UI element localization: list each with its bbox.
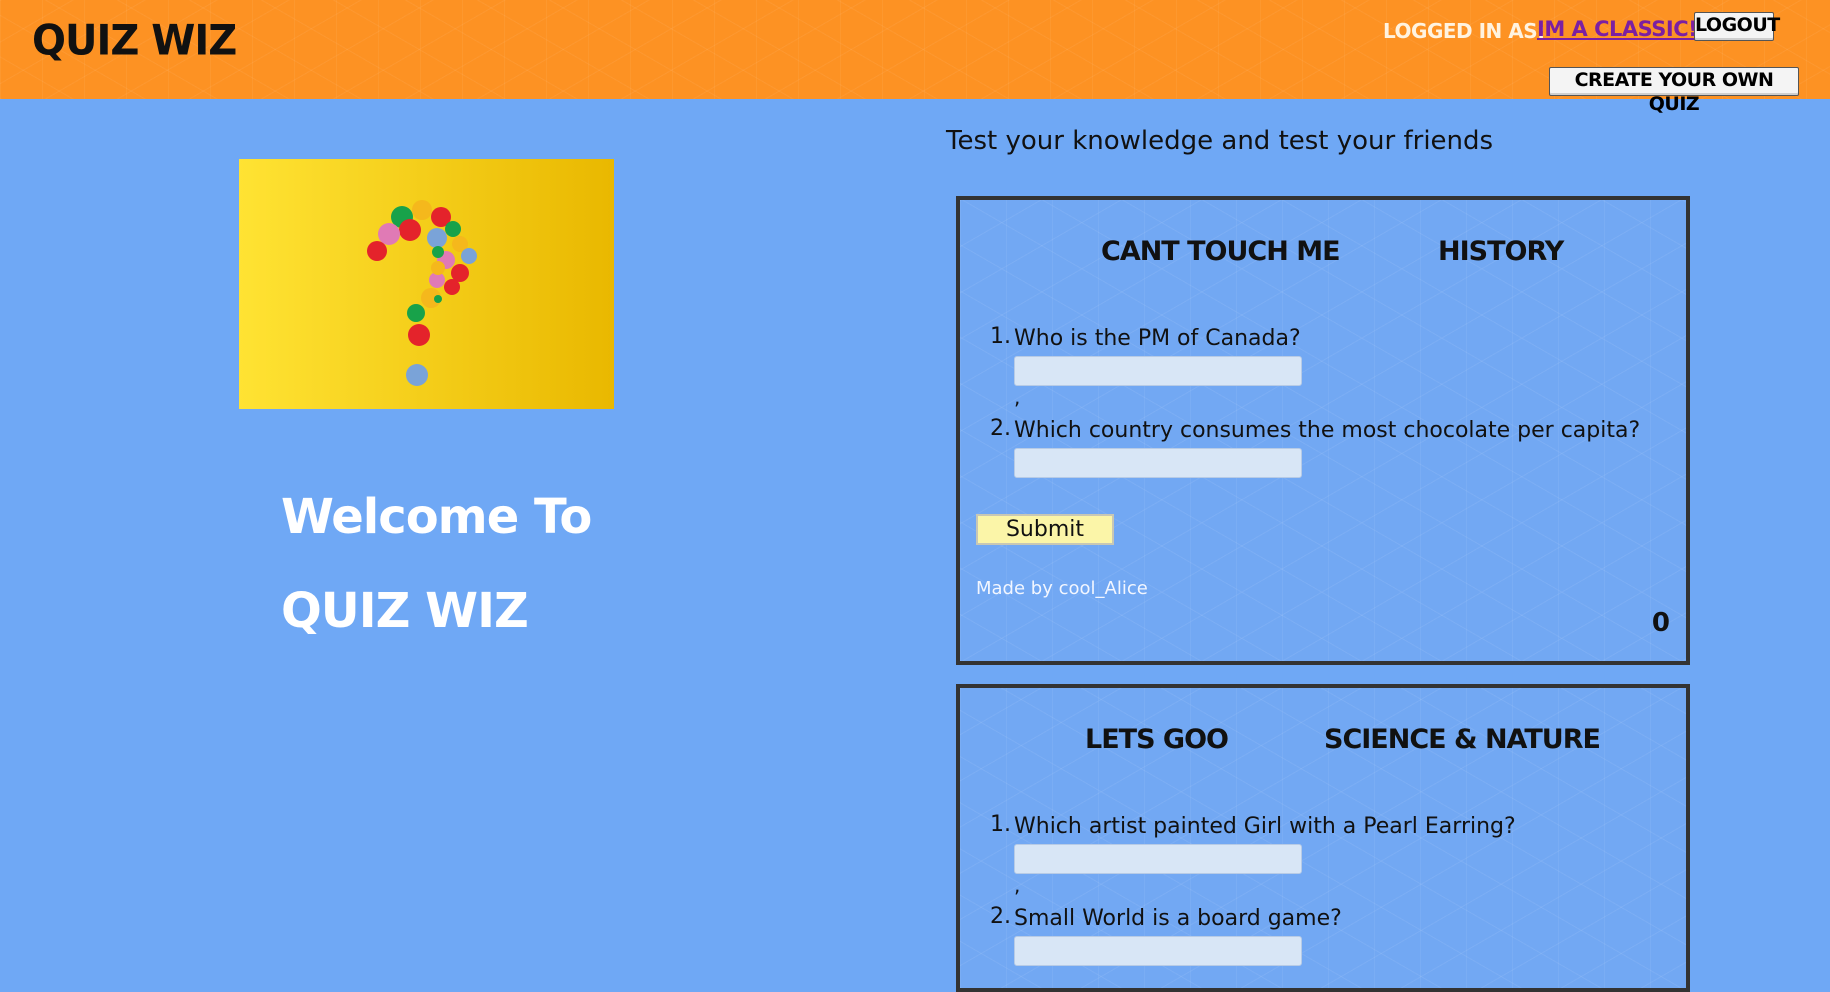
page-tagline: Test your knowledge and test your friend… — [946, 126, 1494, 156]
quiz-card: LETS GOO SCIENCE & NATURE 1. Which artis… — [956, 684, 1690, 992]
question-item: 1. Which artist painted Girl with a Pear… — [990, 812, 1516, 904]
top-header: QUIZ WIZ LOGGED IN AS: IM A CLASSIC! LOG… — [0, 0, 1830, 115]
username-link[interactable]: IM A CLASSIC! — [1537, 17, 1698, 41]
create-quiz-button[interactable]: CREATE YOUR OWN QUIZ — [1549, 67, 1799, 115]
question-list: 1. Who is the PM of Canada? , 2. Which c… — [990, 324, 1640, 478]
logged-in-label: LOGGED IN AS: — [1383, 19, 1545, 43]
question-separator: , — [1014, 873, 1021, 897]
question-item: 2. Small World is a board game? — [990, 904, 1516, 966]
quiz-title: CANT TOUCH ME — [1101, 236, 1341, 267]
question-number: 2. — [990, 904, 1011, 929]
logout-button[interactable]: LOGOUT — [1694, 12, 1780, 41]
question-item: 2. Which country consumes the most choco… — [990, 416, 1640, 478]
quiz-title: LETS GOO — [1085, 724, 1229, 755]
quiz-card: CANT TOUCH ME HISTORY 1. Who is the PM o… — [956, 196, 1690, 665]
question-number: 1. — [990, 324, 1011, 349]
quiz-category: HISTORY — [1438, 236, 1564, 267]
question-text: Which country consumes the most chocolat… — [1014, 418, 1641, 443]
answer-input[interactable] — [1014, 356, 1302, 386]
question-mark-image — [239, 159, 614, 409]
question-text: Small World is a board game? — [1014, 906, 1342, 931]
answer-input[interactable] — [1014, 844, 1302, 874]
question-number: 1. — [990, 812, 1011, 837]
welcome-line-1: Welcome To — [281, 489, 592, 545]
submit-button[interactable]: Submit — [976, 514, 1114, 545]
question-item: 1. Who is the PM of Canada? , — [990, 324, 1640, 416]
welcome-heading: Welcome To QUIZ WIZ — [281, 470, 592, 658]
quiz-score: 0 — [1651, 608, 1670, 638]
question-text: Which artist painted Girl with a Pearl E… — [1014, 814, 1516, 839]
answer-input[interactable] — [1014, 448, 1302, 478]
question-text: Who is the PM of Canada? — [1014, 326, 1301, 351]
question-list: 1. Which artist painted Girl with a Pear… — [990, 812, 1516, 966]
welcome-line-2: QUIZ WIZ — [281, 583, 529, 639]
question-number: 2. — [990, 416, 1011, 441]
quiz-category: SCIENCE & NATURE — [1324, 724, 1601, 755]
question-separator: , — [1014, 385, 1021, 409]
site-logo[interactable]: QUIZ WIZ — [32, 17, 237, 65]
answer-input[interactable] — [1014, 936, 1302, 966]
quiz-author: Made by cool_Alice — [976, 578, 1148, 599]
